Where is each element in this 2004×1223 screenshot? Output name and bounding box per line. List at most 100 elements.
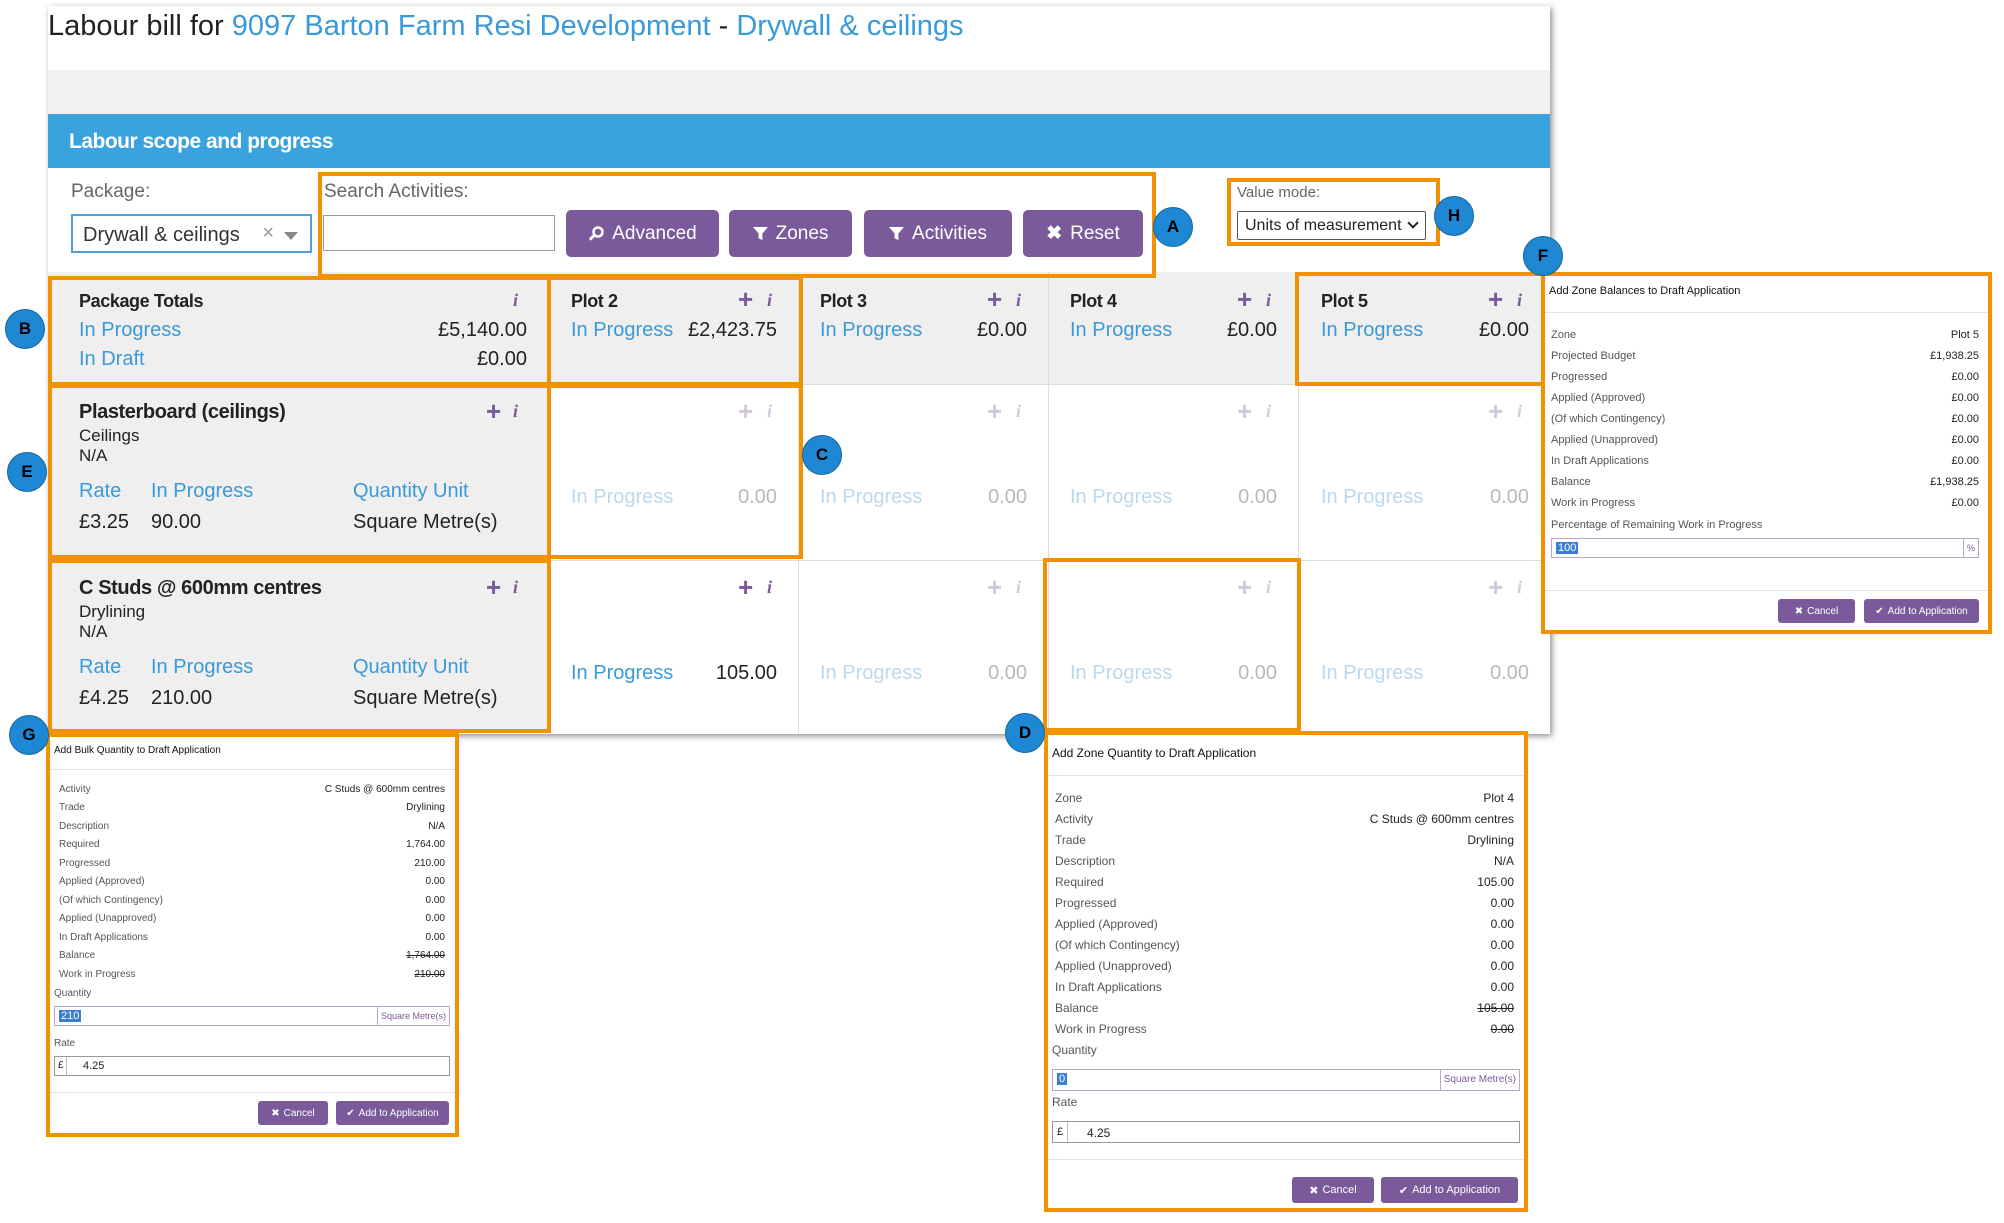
info-icon[interactable]: i: [1517, 577, 1522, 598]
detail-text: Balance: [1055, 1001, 1099, 1015]
detail-row: (Of which Contingency) £0.00: [1551, 413, 1979, 425]
activities-button[interactable]: Activities: [864, 210, 1012, 257]
progress-label[interactable]: In Progress: [151, 656, 253, 679]
cancel-button[interactable]: ✖ Cancel: [1778, 599, 1855, 623]
plus-icon[interactable]: +: [738, 398, 753, 424]
divider: [50, 769, 455, 770]
detail-text: 0.00: [425, 895, 445, 906]
add-to-application-button[interactable]: ✔ Add to Application: [336, 1101, 449, 1125]
pct-input[interactable]: 100 %: [1551, 538, 1979, 558]
info-icon[interactable]: i: [1266, 577, 1271, 598]
info-icon[interactable]: i: [767, 577, 772, 598]
quantity-label: Quantity: [54, 988, 92, 999]
plus-icon[interactable]: +: [738, 574, 753, 600]
info-icon[interactable]: i: [767, 290, 772, 311]
detail-row: Zone Plot 4: [1055, 791, 1514, 805]
rate-input[interactable]: £ 4.25: [1052, 1121, 1520, 1143]
reset-button[interactable]: ✖ Reset: [1023, 210, 1143, 257]
zone-status-link[interactable]: In Progress: [1070, 319, 1172, 342]
quantity-value: 210: [59, 1010, 82, 1022]
info-icon[interactable]: i: [1016, 290, 1021, 311]
plus-icon[interactable]: +: [1237, 398, 1252, 424]
package-select[interactable]: Drywall & ceilings ×: [71, 214, 312, 253]
plus-icon[interactable]: +: [987, 286, 1002, 312]
plus-icon[interactable]: +: [1488, 286, 1503, 312]
value-mode-select[interactable]: Units of measurement: [1237, 211, 1426, 240]
quantity-input[interactable]: 210 Square Metre(s): [54, 1006, 450, 1026]
chevron-down-icon[interactable]: [284, 232, 298, 240]
rate-value: 4.25: [1087, 1126, 1111, 1140]
rate-value: 4.25: [83, 1060, 105, 1072]
info-icon[interactable]: i: [1517, 401, 1522, 422]
quantity-input[interactable]: 0 Square Metre(s): [1052, 1069, 1520, 1091]
search-input[interactable]: [323, 215, 555, 251]
zone-status-link[interactable]: In Progress: [571, 319, 673, 342]
cell-status[interactable]: In Progress: [1321, 486, 1423, 509]
totals-in-progress-link[interactable]: In Progress: [79, 319, 181, 342]
info-icon[interactable]: i: [1016, 577, 1021, 598]
zone-status-link[interactable]: In Progress: [820, 319, 922, 342]
plus-icon[interactable]: +: [1237, 574, 1252, 600]
info-icon[interactable]: i: [1266, 401, 1271, 422]
grid-divider: [1298, 272, 1299, 733]
plus-icon[interactable]: +: [738, 286, 753, 312]
plus-icon[interactable]: +: [987, 574, 1002, 600]
close-icon: ✖: [271, 1107, 280, 1119]
cell-status[interactable]: In Progress: [820, 486, 922, 509]
detail-text: C Studs @ 600mm centres: [1369, 812, 1514, 826]
progress-label[interactable]: In Progress: [151, 480, 253, 503]
totals-in-draft-link[interactable]: In Draft: [79, 348, 145, 371]
currency-symbol: £: [58, 1060, 64, 1071]
advanced-button[interactable]: Advanced: [566, 210, 719, 257]
cancel-button[interactable]: ✖ Cancel: [258, 1101, 328, 1125]
cell-status[interactable]: In Progress: [1070, 662, 1172, 685]
badge-f: F: [1523, 236, 1563, 276]
detail-text: Balance: [59, 950, 96, 961]
activity-name: Plasterboard (ceilings): [79, 401, 286, 423]
info-icon[interactable]: i: [513, 401, 518, 422]
divider: [50, 1092, 455, 1093]
cell-status[interactable]: In Progress: [1070, 486, 1172, 509]
add-to-application-button[interactable]: ✔ Add to Application: [1864, 599, 1979, 623]
clear-icon[interactable]: ×: [262, 222, 274, 245]
detail-text: 0.00: [1490, 980, 1514, 994]
info-icon[interactable]: i: [513, 290, 518, 311]
input-divider: [1067, 1122, 1068, 1142]
zones-button[interactable]: Zones: [729, 210, 852, 257]
plus-icon[interactable]: +: [987, 398, 1002, 424]
detail-text: N/A: [428, 821, 445, 832]
info-icon[interactable]: i: [767, 401, 772, 422]
plus-icon[interactable]: +: [486, 398, 501, 424]
cancel-button[interactable]: ✖ Cancel: [1292, 1177, 1374, 1203]
activity-name: C Studs @ 600mm centres: [79, 577, 322, 599]
info-icon[interactable]: i: [1517, 290, 1522, 311]
rate-input[interactable]: £ 4.25: [54, 1056, 450, 1076]
zone-header-plot-2: Plot 2 + i In Progress £2,423.75: [548, 272, 798, 384]
cell-status[interactable]: In Progress: [1321, 662, 1423, 685]
detail-text: Projected Budget: [1551, 350, 1636, 362]
cell-status[interactable]: In Progress: [571, 486, 673, 509]
info-icon[interactable]: i: [513, 577, 518, 598]
detail-row: In Draft Applications 0.00: [1055, 980, 1514, 994]
check-icon: ✔: [1875, 605, 1884, 617]
value-mode-label: Value mode:: [1237, 184, 1321, 201]
plus-icon[interactable]: +: [1488, 398, 1503, 424]
cell-status[interactable]: In Progress: [571, 662, 673, 685]
package-totals-card: Package Totals i In Progress £5,140.00 I…: [48, 272, 548, 384]
rate-label: Rate: [54, 1038, 76, 1049]
project-link[interactable]: 9097 Barton Farm Resi Development: [232, 10, 711, 42]
plus-icon[interactable]: +: [1237, 286, 1252, 312]
cell-status[interactable]: In Progress: [820, 662, 922, 685]
detail-row: Description N/A: [59, 821, 445, 832]
plus-icon[interactable]: +: [1488, 574, 1503, 600]
plus-icon[interactable]: +: [486, 574, 501, 600]
add-to-application-button[interactable]: ✔ Add to Application: [1381, 1177, 1518, 1203]
detail-row: Activity C Studs @ 600mm centres: [1055, 812, 1514, 826]
info-icon[interactable]: i: [1266, 290, 1271, 311]
info-icon[interactable]: i: [1016, 401, 1021, 422]
zone-status-link[interactable]: In Progress: [1321, 319, 1423, 342]
package-link[interactable]: Drywall & ceilings: [736, 10, 963, 42]
zone-cell: + i In Progress 0.00: [798, 384, 1048, 560]
package-label: Package:: [71, 181, 151, 202]
zone-name: Plot 4: [1070, 291, 1117, 311]
